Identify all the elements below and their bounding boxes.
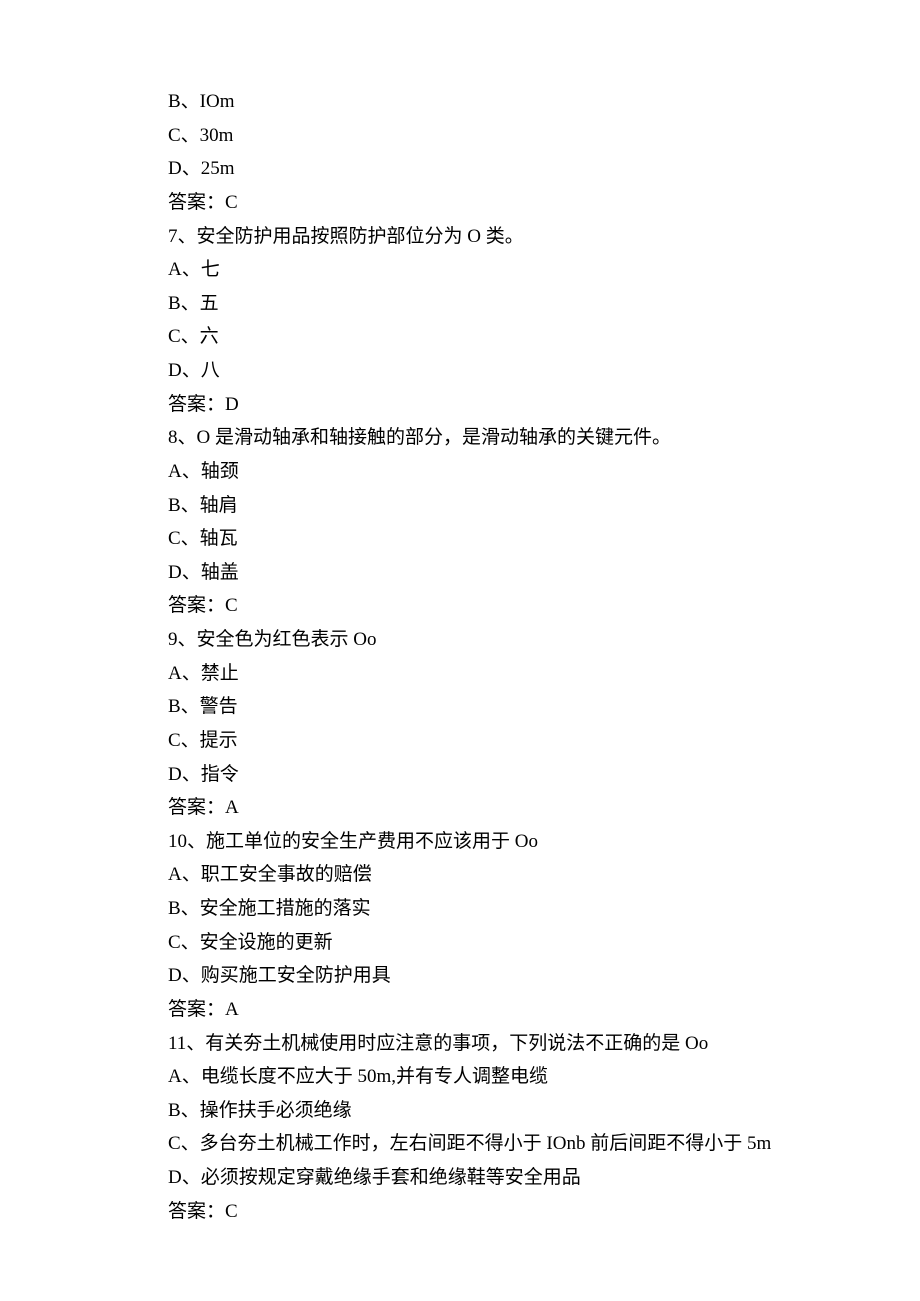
text-line: B、操作扶手必须绝缘 <box>168 1094 788 1128</box>
text-line: B、IOm <box>168 85 788 119</box>
document-page: B、IOm C、30m D、25m 答案：C 7、安全防护用品按照防护部位分为 … <box>0 0 788 1288</box>
text-line: D、25m <box>168 152 788 186</box>
text-line: D、轴盖 <box>168 556 788 590</box>
text-line: 10、施工单位的安全生产费用不应该用于 Oo <box>168 825 788 859</box>
text-line: D、指令 <box>168 758 788 792</box>
text-line: 答案：A <box>168 993 788 1027</box>
text-line: D、必须按规定穿戴绝缘手套和绝缘鞋等安全用品 <box>168 1161 788 1195</box>
text-line: 答案：C <box>168 589 788 623</box>
text-line: A、轴颈 <box>168 455 788 489</box>
text-line: C、六 <box>168 320 788 354</box>
text-line: 答案：C <box>168 1195 788 1229</box>
text-line: C、安全设施的更新 <box>168 926 788 960</box>
text-line: A、七 <box>168 253 788 287</box>
text-line: B、安全施工措施的落实 <box>168 892 788 926</box>
text-line: 7、安全防护用品按照防护部位分为 O 类。 <box>168 220 788 254</box>
text-line: 11、有关夯土机械使用时应注意的事项，下列说法不正确的是 Oo <box>168 1027 788 1061</box>
text-line: B、五 <box>168 287 788 321</box>
text-line: C、30m <box>168 119 788 153</box>
text-line: C、多台夯土机械工作时，左右间距不得小于 IOnb 前后间距不得小于 5m <box>168 1127 788 1161</box>
text-line: 答案：D <box>168 388 788 422</box>
text-line: C、提示 <box>168 724 788 758</box>
text-line: A、职工安全事故的赔偿 <box>168 858 788 892</box>
text-line: B、轴肩 <box>168 489 788 523</box>
text-line: D、八 <box>168 354 788 388</box>
text-line: D、购买施工安全防护用具 <box>168 959 788 993</box>
text-line: A、电缆长度不应大于 50m,并有专人调整电缆 <box>168 1060 788 1094</box>
text-line: C、轴瓦 <box>168 522 788 556</box>
text-line: 8、O 是滑动轴承和轴接触的部分，是滑动轴承的关键元件。 <box>168 421 788 455</box>
text-line: A、禁止 <box>168 657 788 691</box>
text-line: B、警告 <box>168 690 788 724</box>
text-line: 9、安全色为红色表示 Oo <box>168 623 788 657</box>
text-line: 答案：C <box>168 186 788 220</box>
text-line: 答案：A <box>168 791 788 825</box>
